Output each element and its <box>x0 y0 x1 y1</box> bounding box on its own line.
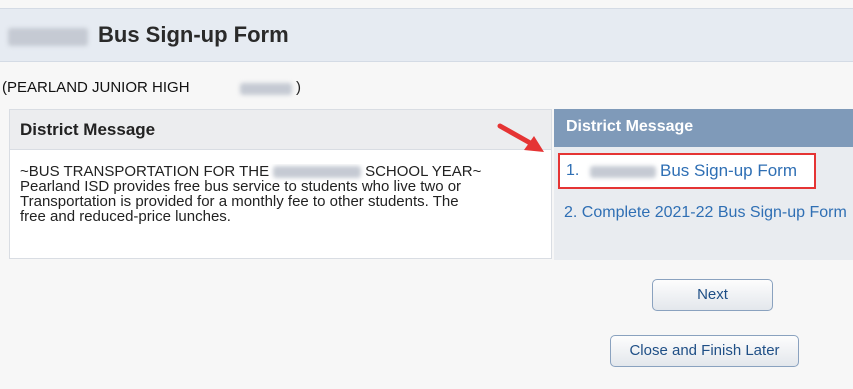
district-message-panel: District Message ~BUS TRANSPORTATION FOR… <box>9 109 552 259</box>
redacted-year <box>8 28 88 46</box>
message-line-2: Pearland ISD provides free bus service t… <box>20 178 462 195</box>
steps-header: District Message <box>554 109 853 147</box>
district-message-title: District Message <box>20 120 156 139</box>
next-button[interactable]: Next <box>652 279 773 311</box>
steps-panel: District Message 1. Bus Sign-up Form 2. … <box>554 109 853 260</box>
district-message-body: ~BUS TRANSPORTATION FOR THE SCHOOL YEAR~ … <box>20 164 548 224</box>
redacted-year <box>273 166 362 179</box>
redacted-school-word <box>240 83 292 95</box>
form-title-bar: Bus Sign-up Form <box>0 8 853 62</box>
message-line-4: free and reduced-price lunches. <box>20 208 231 224</box>
steps-title: District Message <box>566 118 694 135</box>
page-title: Bus Sign-up Form <box>98 22 289 47</box>
message-line-1: ~BUS TRANSPORTATION FOR THE SCHOOL YEAR~ <box>20 164 548 179</box>
red-arrow-icon <box>497 123 544 152</box>
message-line-3: Transportation is provided for a monthly… <box>20 193 459 210</box>
school-name-suffix: ) <box>296 79 301 96</box>
step-1-label: Bus Sign-up Form <box>660 161 797 180</box>
step-1-bus-signup-link[interactable]: 1. Bus Sign-up Form <box>558 153 816 189</box>
school-name: (PEARLAND JUNIOR HIGH <box>2 79 190 96</box>
step-1-number: 1. <box>566 162 580 179</box>
close-and-finish-later-button[interactable]: Close and Finish Later <box>610 335 799 367</box>
district-message-header: District Message <box>10 110 551 150</box>
step-2-complete-signup-link[interactable]: 2. Complete 2021-22 Bus Sign-up Form <box>564 203 849 222</box>
school-name-bar: (PEARLAND JUNIOR HIGH ) <box>0 75 853 101</box>
redacted-year <box>590 166 656 178</box>
